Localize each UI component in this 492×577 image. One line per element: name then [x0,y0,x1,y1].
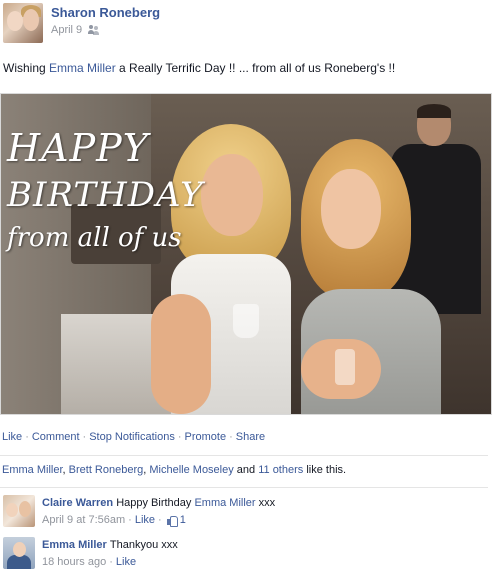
comment-item: Emma Miller Thankyou xxx 18 hours ago · … [3,537,489,573]
liker-link-3[interactable]: Michelle Moseley [149,464,233,476]
photo-overlay-text: HAPPY BIRTHDAY from all of us [7,124,204,256]
author-name-link[interactable]: Sharon Roneberg [51,5,160,20]
likes-summary: Emma Miller, Brett Roneberg, Michelle Mo… [2,464,347,476]
comment-mention-link[interactable]: Emma Miller [194,497,255,509]
overlay-birthday: BIRTHDAY [7,175,204,215]
comment-meta: 18 hours ago · Like [42,556,137,568]
comment-like-button[interactable]: Like [116,556,136,568]
thumbs-up-icon [166,515,178,527]
post-meta: April 9 [51,24,100,36]
author-avatar[interactable] [3,3,43,43]
comment-timestamp[interactable]: 18 hours ago [42,556,106,568]
others-likes-link[interactable]: 11 others [258,464,303,476]
divider [0,455,488,456]
liker-link-2[interactable]: Brett Roneberg [69,464,144,476]
divider [0,487,488,488]
commenter-name-link[interactable]: Claire Warren [42,497,113,509]
stop-notifications-button[interactable]: Stop Notifications [89,431,175,443]
comment-text: Happy Birthday Emma Miller xxx [116,497,276,509]
share-button[interactable]: Share [236,431,265,443]
post-date-link[interactable]: April 9 [51,24,82,36]
comment-timestamp[interactable]: April 9 at 7:56am [42,514,125,526]
comment-item: Claire Warren Happy Birthday Emma Miller… [3,495,489,531]
post-message: Wishing Emma Miller a Really Terrific Da… [3,61,395,75]
promote-button[interactable]: Promote [185,431,227,443]
post-header: Sharon Roneberg April 9 [3,3,489,43]
mention-link[interactable]: Emma Miller [49,61,116,75]
commenter-name-link[interactable]: Emma Miller [42,539,107,551]
friends-icon[interactable] [88,25,100,35]
post-actions: Like · Comment · Stop Notifications · Promote ·… [2,431,266,443]
overlay-from-all: from all of us [7,223,182,253]
comment-button[interactable]: Comment [32,431,80,443]
commenter-avatar[interactable] [3,495,35,527]
post-photo[interactable]: HAPPY BIRTHDAY from all of us [0,93,492,415]
overlay-happy: HAPPY [7,126,149,170]
comment-like-count[interactable]: 1 [180,514,186,526]
commenter-avatar[interactable] [3,537,35,569]
comment-meta: April 9 at 7:56am · Like · 1 [42,514,186,527]
post-text-suffix: a Really Terrific Day !! ... from all of… [115,61,396,75]
like-button[interactable]: Like [2,431,22,443]
post-text-prefix: Wishing [3,61,50,75]
comment-like-button[interactable]: Like [135,514,155,526]
liker-link-1[interactable]: Emma Miller [2,464,63,476]
comment-text: Thankyou xxx [109,539,178,551]
